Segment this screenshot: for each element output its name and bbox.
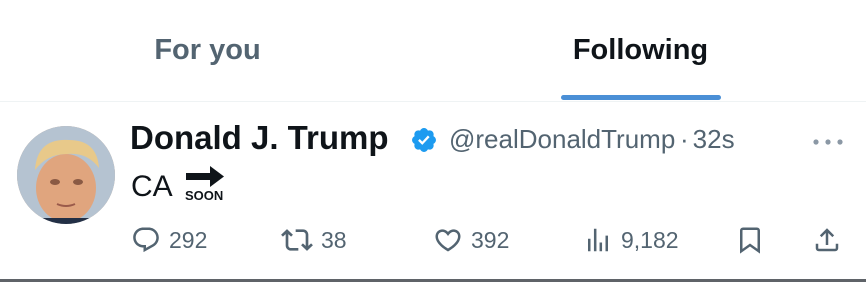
bookmark-button[interactable] bbox=[735, 220, 765, 260]
bookmark-icon bbox=[740, 227, 760, 254]
tweet-timestamp[interactable]: · 32s bbox=[680, 124, 735, 155]
views-count: 9,182 bbox=[621, 226, 679, 253]
author-name[interactable]: Donald J. Trump bbox=[130, 119, 389, 157]
active-tab-indicator bbox=[561, 95, 721, 100]
retweet-button[interactable]: 38 bbox=[281, 220, 347, 260]
soon-label: SOON bbox=[185, 188, 224, 203]
share-upload-icon bbox=[815, 228, 839, 252]
more-options-icon[interactable] bbox=[812, 138, 844, 146]
separator-dot: · bbox=[680, 124, 689, 154]
tab-following[interactable]: Following bbox=[433, 0, 848, 101]
arrow-icon bbox=[186, 166, 224, 187]
tweet[interactable]: Donald J. Trump @realDonaldTrump · 32s CA… bbox=[0, 102, 866, 281]
time-label: 32s bbox=[692, 124, 735, 154]
reply-icon bbox=[133, 227, 159, 253]
views-chart-icon bbox=[588, 228, 608, 252]
like-button[interactable]: 392 bbox=[433, 220, 509, 260]
share-button[interactable] bbox=[812, 220, 842, 260]
tab-for-you[interactable]: For you bbox=[0, 0, 415, 101]
author-handle[interactable]: @realDonaldTrump bbox=[449, 124, 675, 155]
verified-badge-icon bbox=[412, 128, 436, 152]
retweet-count: 38 bbox=[321, 226, 347, 253]
heart-icon bbox=[435, 229, 461, 252]
timeline-tabs: For you Following bbox=[0, 0, 866, 102]
avatar-image bbox=[17, 126, 115, 224]
avatar[interactable] bbox=[17, 126, 115, 224]
like-count: 392 bbox=[471, 226, 510, 253]
reply-count: 292 bbox=[169, 226, 208, 253]
reply-button[interactable]: 292 bbox=[131, 220, 207, 260]
tweet-text-body: CA bbox=[131, 170, 173, 203]
views-button[interactable]: 9,182 bbox=[583, 220, 679, 260]
tweet-actions: 292 38 392 9,182 bbox=[0, 220, 866, 260]
soon-arrow-icon: SOON bbox=[182, 164, 226, 204]
retweet-icon bbox=[281, 229, 313, 251]
